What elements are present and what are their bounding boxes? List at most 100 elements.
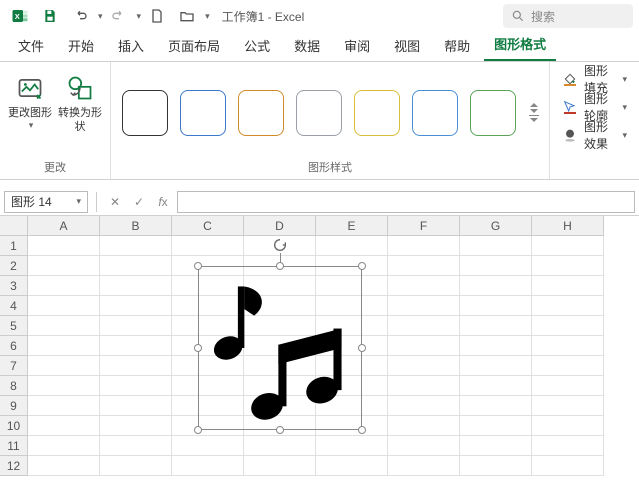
cell[interactable] xyxy=(172,236,244,256)
resize-handle-b[interactable] xyxy=(276,426,284,434)
cell[interactable] xyxy=(28,436,100,456)
cell[interactable] xyxy=(100,316,172,336)
cell[interactable] xyxy=(388,256,460,276)
cell[interactable] xyxy=(532,316,604,336)
row-7[interactable]: 7 xyxy=(0,356,28,376)
cell[interactable] xyxy=(532,416,604,436)
cell[interactable] xyxy=(532,456,604,476)
cell[interactable] xyxy=(532,396,604,416)
cell[interactable] xyxy=(460,376,532,396)
row-1[interactable]: 1 xyxy=(0,236,28,256)
tab-data[interactable]: 数据 xyxy=(284,30,330,61)
cell[interactable] xyxy=(28,336,100,356)
undo-dropdown-icon[interactable]: ▾ xyxy=(98,11,103,22)
search-box[interactable]: 搜索 xyxy=(503,4,633,28)
enter-button[interactable]: ✓ xyxy=(129,195,149,209)
fx-button[interactable]: fx xyxy=(153,195,173,209)
col-E[interactable]: E xyxy=(316,216,388,236)
cell[interactable] xyxy=(172,436,244,456)
cell[interactable] xyxy=(100,376,172,396)
graphic-fill-button[interactable]: 图形填充 ▾ xyxy=(558,68,631,90)
cell[interactable] xyxy=(388,436,460,456)
cell[interactable] xyxy=(28,376,100,396)
col-B[interactable]: B xyxy=(100,216,172,236)
cell[interactable] xyxy=(460,336,532,356)
cell[interactable] xyxy=(460,396,532,416)
resize-handle-tr[interactable] xyxy=(358,262,366,270)
cell[interactable] xyxy=(316,436,388,456)
cell[interactable] xyxy=(388,236,460,256)
style-swatch-1[interactable] xyxy=(122,90,168,136)
name-box[interactable]: 图形 14 ▾ xyxy=(4,191,88,213)
tab-view[interactable]: 视图 xyxy=(384,30,430,61)
tab-help[interactable]: 帮助 xyxy=(434,30,480,61)
resize-handle-l[interactable] xyxy=(194,344,202,352)
cell[interactable] xyxy=(460,316,532,336)
cell[interactable] xyxy=(388,296,460,316)
cell[interactable] xyxy=(100,436,172,456)
tab-page-layout[interactable]: 页面布局 xyxy=(158,30,230,61)
graphic-outline-button[interactable]: 图形轮廓 ▾ xyxy=(558,96,631,118)
cell[interactable] xyxy=(100,336,172,356)
row-2[interactable]: 2 xyxy=(0,256,28,276)
resize-handle-t[interactable] xyxy=(276,262,284,270)
qat-customize-icon[interactable]: ▾ xyxy=(205,11,210,22)
cell[interactable] xyxy=(100,276,172,296)
redo-dropdown-icon[interactable]: ▾ xyxy=(137,11,142,22)
row-12[interactable]: 12 xyxy=(0,456,28,476)
cell[interactable] xyxy=(460,356,532,376)
cell[interactable] xyxy=(388,356,460,376)
cell[interactable] xyxy=(460,456,532,476)
cell[interactable] xyxy=(316,456,388,476)
row-3[interactable]: 3 xyxy=(0,276,28,296)
cell[interactable] xyxy=(532,296,604,316)
cell[interactable] xyxy=(532,376,604,396)
save-button[interactable] xyxy=(36,2,64,30)
cell[interactable] xyxy=(100,416,172,436)
tab-file[interactable]: 文件 xyxy=(8,30,54,61)
style-swatch-7[interactable] xyxy=(470,90,516,136)
cell[interactable] xyxy=(460,276,532,296)
rotate-handle[interactable] xyxy=(272,237,288,253)
resize-handle-br[interactable] xyxy=(358,426,366,434)
styles-gallery-expand[interactable] xyxy=(527,90,541,136)
select-all-corner[interactable] xyxy=(0,216,28,236)
convert-to-shape-button[interactable]: 转换为形状 xyxy=(58,68,102,146)
cancel-button[interactable]: ✕ xyxy=(105,195,125,209)
cell[interactable] xyxy=(100,456,172,476)
col-H[interactable]: H xyxy=(532,216,604,236)
cell[interactable] xyxy=(244,436,316,456)
cell[interactable] xyxy=(28,396,100,416)
cell[interactable] xyxy=(28,456,100,476)
cell[interactable] xyxy=(28,416,100,436)
cell[interactable] xyxy=(460,236,532,256)
cell[interactable] xyxy=(244,456,316,476)
style-swatch-5[interactable] xyxy=(354,90,400,136)
style-swatch-3[interactable] xyxy=(238,90,284,136)
resize-handle-bl[interactable] xyxy=(194,426,202,434)
cell[interactable] xyxy=(28,276,100,296)
undo-button[interactable] xyxy=(66,2,94,30)
tab-review[interactable]: 审阅 xyxy=(334,30,380,61)
tab-graphic-format[interactable]: 图形格式 xyxy=(484,28,556,61)
cell[interactable] xyxy=(100,236,172,256)
col-A[interactable]: A xyxy=(28,216,100,236)
cell[interactable] xyxy=(460,416,532,436)
redo-button[interactable] xyxy=(105,2,133,30)
tab-formulas[interactable]: 公式 xyxy=(234,30,280,61)
row-8[interactable]: 8 xyxy=(0,376,28,396)
row-11[interactable]: 11 xyxy=(0,436,28,456)
cell[interactable] xyxy=(28,236,100,256)
row-5[interactable]: 5 xyxy=(0,316,28,336)
cell[interactable] xyxy=(532,236,604,256)
cell[interactable] xyxy=(100,356,172,376)
cell[interactable] xyxy=(388,416,460,436)
cell[interactable] xyxy=(28,356,100,376)
cell[interactable] xyxy=(388,276,460,296)
cell[interactable] xyxy=(28,316,100,336)
col-G[interactable]: G xyxy=(460,216,532,236)
change-graphic-button[interactable]: 更改图形 ▾ xyxy=(8,68,52,146)
resize-handle-tl[interactable] xyxy=(194,262,202,270)
col-D[interactable]: D xyxy=(244,216,316,236)
tab-insert[interactable]: 插入 xyxy=(108,30,154,61)
